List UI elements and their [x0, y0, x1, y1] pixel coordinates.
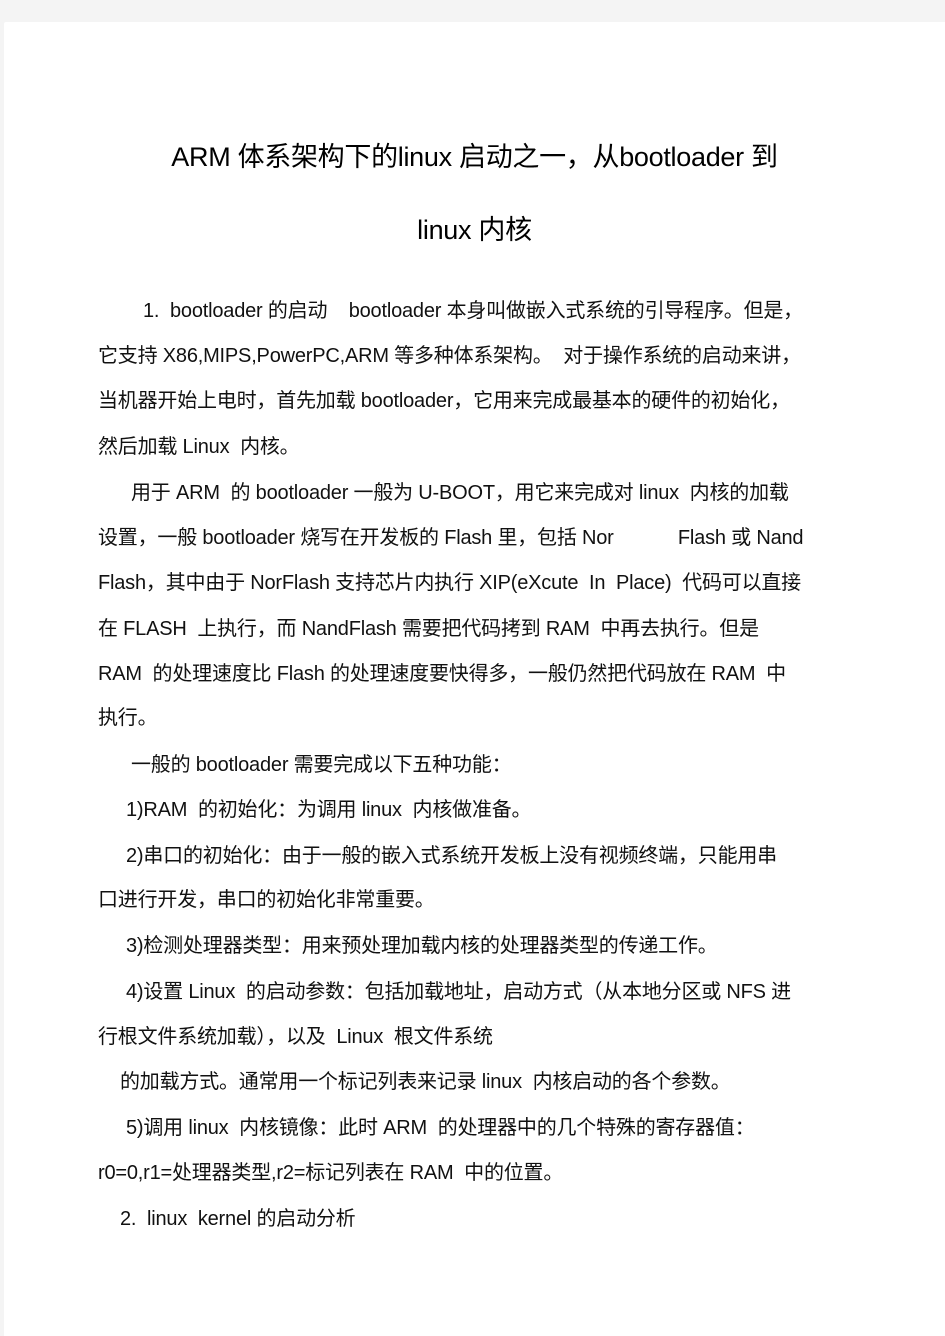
- document-title-line-1: ARM 体系架构下的linux 启动之一，从bootloader 到: [171, 142, 778, 172]
- paragraph-line: 然后加载 Linux 内核。: [98, 436, 300, 458]
- paragraph-line: 当机器开始上电时，首先加载 bootloader，它用来完成最基本的硬件的初始化…: [98, 390, 790, 412]
- list-item-line: 1)RAM 的初始化：为调用 linux 内核做准备。: [126, 799, 532, 821]
- list-item-line: 3)检测处理器类型：用来预处理加载内核的处理器类型的传递工作。: [126, 935, 718, 957]
- paragraph-line: 1. bootloader 的启动 bootloader 本身叫做嵌入式系统的引…: [143, 300, 803, 322]
- document-title-line-2: linux 内核: [417, 215, 532, 245]
- list-item-line: 2)串口的初始化：由于一般的嵌入式系统开发板上没有视频终端，只能用串: [126, 845, 777, 867]
- list-item-line: 4)设置 Linux 的启动参数：包括加载地址，启动方式（从本地分区或 NFS …: [126, 981, 791, 1003]
- list-item-line: 的加载方式。通常用一个标记列表来记录 linux 内核启动的各个参数。: [120, 1071, 731, 1093]
- paragraph-line: 在 FLASH 上执行，而 NandFlash 需要把代码拷到 RAM 中再去执…: [98, 618, 759, 640]
- paragraph-line: Flash，其中由于 NorFlash 支持芯片内执行 XIP(eXcute I…: [98, 572, 801, 594]
- paragraph-line: 设置，一般 bootloader 烧写在开发板的 Flash 里，包括 Nor …: [98, 527, 804, 549]
- paragraph-line: 它支持 X86,MIPS,PowerPC,ARM 等多种体系架构。 对于操作系统…: [98, 345, 801, 367]
- list-item-line: r0=0,r1=处理器类型,r2=标记列表在 RAM 中的位置。: [98, 1162, 564, 1184]
- section-heading-line: 2. linux kernel 的启动分析: [120, 1208, 356, 1230]
- paragraph-line: 用于 ARM 的 bootloader 一般为 U-BOOT，用它来完成对 li…: [131, 482, 789, 504]
- paragraph-line: 执行。: [98, 707, 158, 729]
- document-page: ARM 体系架构下的linux 启动之一，从bootloader 到 linux…: [4, 22, 945, 1336]
- list-intro-line: 一般的 bootloader 需要完成以下五种功能：: [131, 754, 512, 776]
- list-item-line: 行根文件系统加载），以及 Linux 根文件系统: [98, 1026, 493, 1048]
- paragraph-line: RAM 的处理速度比 Flash 的处理速度要快得多，一般仍然把代码放在 RAM…: [98, 663, 786, 685]
- list-item-line: 5)调用 linux 内核镜像：此时 ARM 的处理器中的几个特殊的寄存器值：: [126, 1117, 755, 1139]
- list-item-line: 口进行开发，串口的初始化非常重要。: [98, 889, 435, 911]
